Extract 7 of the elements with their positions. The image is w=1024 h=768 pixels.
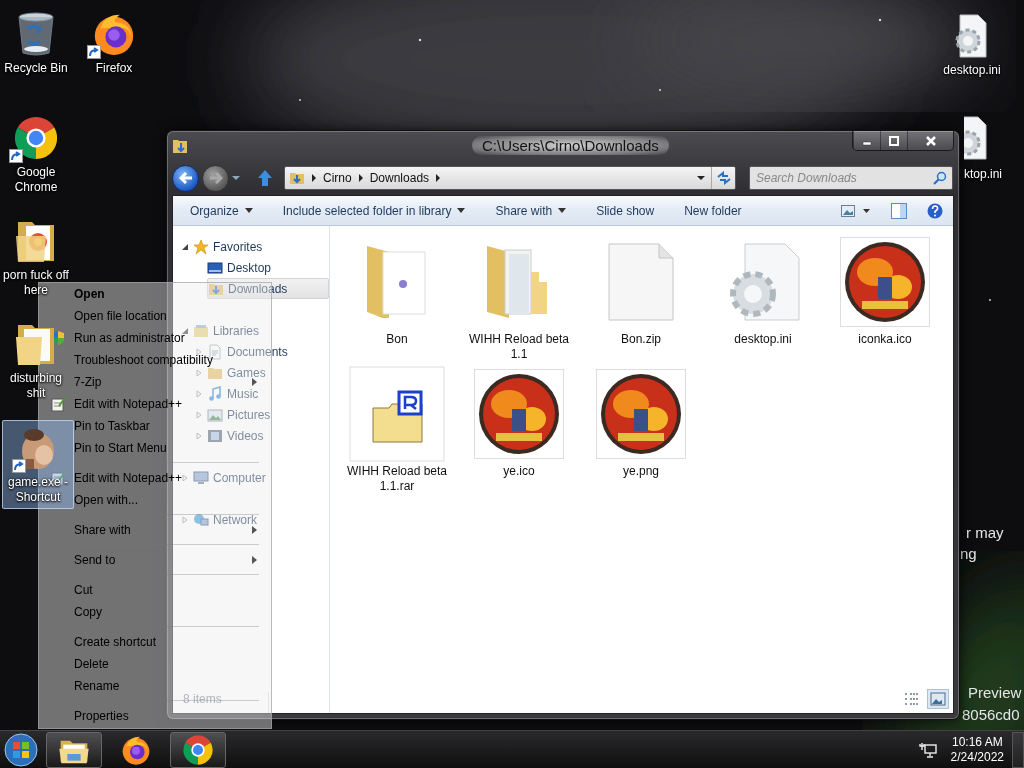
- start-orb-icon: [4, 732, 38, 767]
- chrome-icon: [182, 733, 214, 766]
- clock[interactable]: 10:16 AM 2/24/2022: [950, 734, 1004, 765]
- taskbar-button[interactable]: [46, 731, 102, 768]
- network-icon[interactable]: [918, 740, 937, 759]
- start-button[interactable]: [4, 732, 38, 767]
- taskbar-button[interactable]: [170, 731, 226, 768]
